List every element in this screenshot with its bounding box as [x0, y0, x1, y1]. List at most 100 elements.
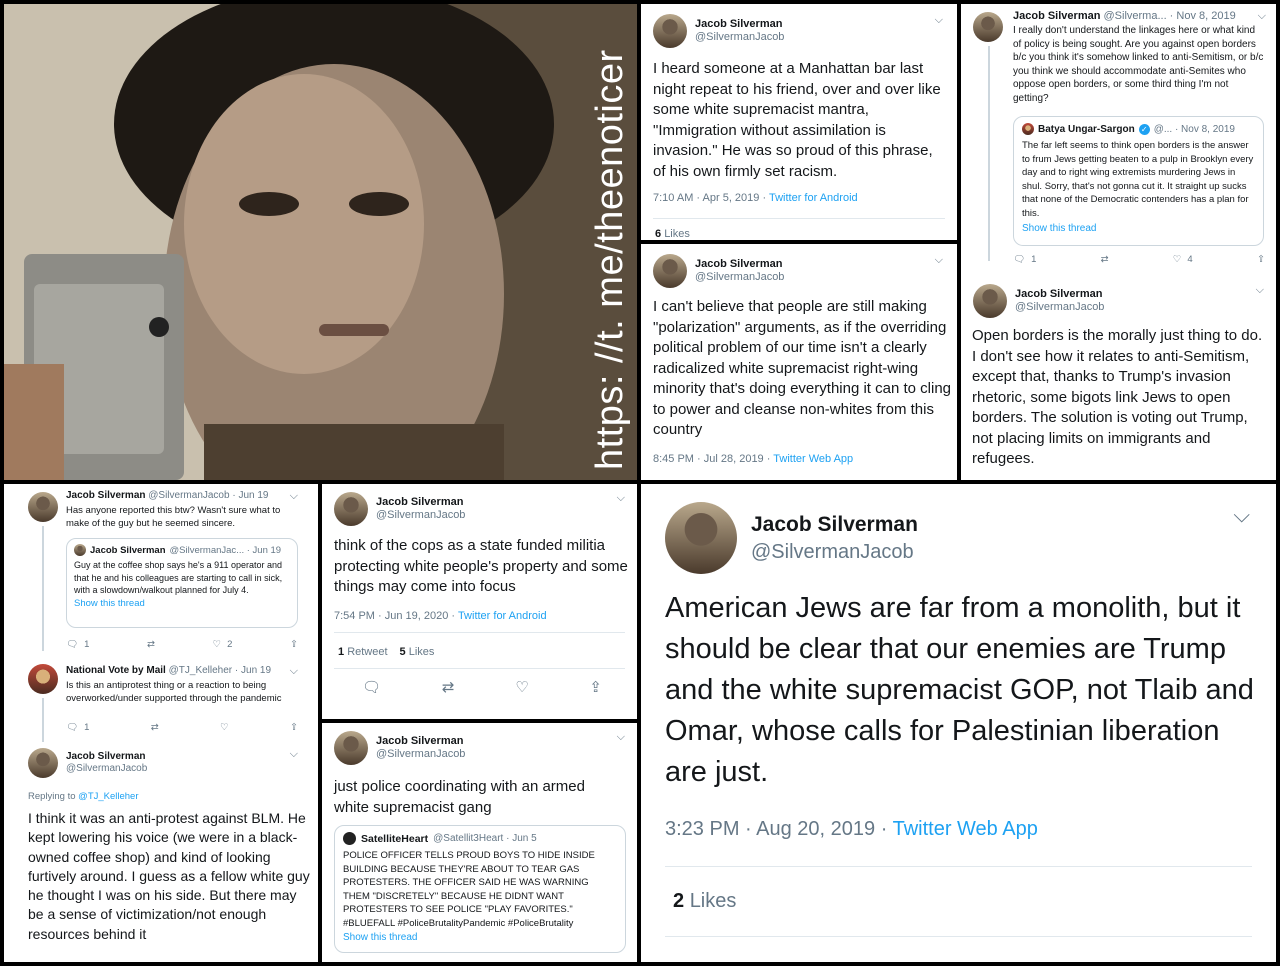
tweet-text: just police coordinating with an armed w… — [334, 778, 585, 816]
tweet-source[interactable]: Twitter Web App — [773, 453, 853, 465]
like-button[interactable]: ♡ — [220, 722, 229, 733]
avatar[interactable] — [973, 12, 1003, 42]
like-button[interactable]: ♡ 4 — [1173, 254, 1193, 265]
reply-button[interactable]: 🗨︎ 1 — [66, 722, 89, 733]
tweet-text: Open borders is the morally just thing t… — [972, 327, 1263, 467]
avatar[interactable] — [334, 492, 368, 526]
share-button[interactable]: ⇪ — [1257, 254, 1265, 265]
watermark-url: https: //t. me/theenoticer — [589, 49, 631, 470]
author-name[interactable]: Jacob Silverman — [751, 511, 918, 538]
show-thread-link[interactable]: Show this thread — [1022, 223, 1255, 234]
tweet-source[interactable]: Twitter for Android — [458, 610, 547, 622]
quoted-author-name: Jacob Silverman — [90, 544, 166, 556]
author-handle-date: @Silverma... · Nov 8, 2019 — [1103, 10, 1236, 22]
avatar[interactable] — [28, 492, 58, 522]
retweet-icon[interactable]: ⇄ — [442, 678, 455, 696]
quoted-handle-date: @Satellit3Heart · Jun 5 — [433, 833, 537, 844]
reply-icon: 🗨︎ — [66, 722, 79, 733]
like-button[interactable]: ♡ 2 — [213, 639, 233, 650]
tweet-panel-american-jews: Jacob Silverman @SilvermanJacob ⌵ Americ… — [641, 484, 1276, 962]
chevron-down-icon[interactable]: ⌵ — [290, 490, 298, 503]
verified-badge-icon: ✓ — [1138, 123, 1150, 135]
heart-icon: ♡ — [1172, 254, 1182, 265]
author-name[interactable]: Jacob Silverman — [376, 496, 465, 509]
chevron-down-icon[interactable]: ⌵ — [1233, 502, 1250, 528]
author-name[interactable]: Jacob Silverman — [376, 735, 465, 748]
reply-button[interactable]: 🗨︎ 1 — [1013, 254, 1036, 265]
retweet-icon: ⇄ — [150, 722, 159, 733]
retweet-button[interactable]: ⇄ — [147, 639, 155, 650]
chevron-down-icon[interactable]: ⌵ — [935, 254, 943, 267]
chevron-down-icon[interactable]: ⌵ — [935, 14, 943, 27]
likes-stat[interactable]: 6 Likes — [655, 228, 690, 240]
share-icon: ⇪ — [290, 722, 298, 733]
tweet-text: I really don't understand the linkages h… — [1013, 25, 1264, 104]
heart-icon[interactable]: ♡ — [515, 678, 528, 696]
reply-icon: 🗨︎ — [1013, 254, 1026, 265]
avatar[interactable] — [334, 731, 368, 765]
replying-to: Replying to @TJ_Kelleher — [28, 791, 139, 802]
chevron-down-icon[interactable]: ⌵ — [290, 748, 298, 761]
share-button[interactable]: ⇪ — [290, 722, 298, 733]
author-handle[interactable]: @SilvermanJacob — [376, 509, 465, 522]
likes-label: Likes — [664, 228, 690, 240]
reply-icon: 🗨︎ — [66, 639, 79, 650]
author-name[interactable]: Jacob Silverman — [1015, 288, 1104, 301]
avatar[interactable] — [28, 664, 58, 694]
tweet-source[interactable]: Twitter Web App — [893, 818, 1038, 840]
author-handle[interactable]: @SilvermanJacob — [695, 271, 784, 284]
quoted-tweet[interactable]: Jacob Silverman @SilvermanJac... · Jun 1… — [66, 538, 298, 628]
reply-button[interactable]: 🗨︎ 1 — [66, 639, 89, 650]
chevron-down-icon[interactable]: ⌵ — [617, 731, 625, 744]
tweet-text: I think it was an anti-protest against B… — [28, 810, 310, 942]
author-name[interactable]: Jacob Silverman — [1013, 10, 1100, 22]
retweets-label: Retweet — [347, 646, 388, 658]
avatar[interactable] — [653, 254, 687, 288]
tweet-text: American Jews are far from a monolith, b… — [665, 592, 1254, 788]
retweet-button[interactable]: ⇄ — [151, 722, 159, 733]
tweet-text: Has anyone reported this btw? Wasn't sur… — [66, 505, 281, 529]
avatar[interactable] — [973, 284, 1007, 318]
avatar[interactable] — [665, 502, 737, 574]
author-handle[interactable]: @SilvermanJacob — [66, 763, 147, 775]
author-handle[interactable]: @SilvermanJacob — [1015, 301, 1104, 314]
author-name[interactable]: Jacob Silverman — [695, 18, 784, 31]
selfie-illustration — [4, 4, 637, 480]
author-handle[interactable]: @SilvermanJacob — [376, 748, 465, 761]
tweet-panel-manhattan-bar: Jacob Silverman @SilvermanJacob ⌵ I hear… — [641, 4, 957, 240]
tweet-source[interactable]: Twitter for Android — [769, 192, 858, 204]
tweet-timestamp: 7:54 PM · Jun 19, 2020 · — [334, 610, 456, 622]
chevron-down-icon[interactable]: ⌵ — [617, 492, 625, 505]
author-name[interactable]: Jacob Silverman — [66, 751, 147, 763]
show-thread-link[interactable]: Show this thread — [343, 932, 617, 943]
quoted-handle-date: @... · Nov 8, 2019 — [1153, 123, 1235, 135]
avatar[interactable] — [28, 748, 58, 778]
share-button[interactable]: ⇪ — [290, 639, 298, 650]
share-icon[interactable]: ⇪ — [589, 678, 602, 696]
chevron-down-icon[interactable]: ⌵ — [1258, 10, 1266, 23]
author-name[interactable]: National Vote by Mail — [66, 665, 166, 676]
author-name[interactable]: Jacob Silverman — [66, 490, 145, 501]
show-thread-link[interactable]: Show this thread — [74, 598, 290, 609]
reply-icon[interactable]: 🗨︎ — [362, 678, 381, 696]
author-handle[interactable]: @SilvermanJacob — [695, 31, 784, 44]
avatar — [343, 832, 356, 845]
chevron-down-icon[interactable]: ⌵ — [290, 665, 298, 678]
quoted-author-name: SatelliteHeart — [361, 832, 429, 845]
author-handle[interactable]: @SilvermanJacob — [751, 539, 918, 565]
quoted-tweet[interactable]: Batya Ungar-Sargon ✓ @... · Nov 8, 2019 … — [1013, 116, 1264, 246]
replying-to-handle[interactable]: @TJ_Kelleher — [78, 791, 138, 802]
quoted-tweet[interactable]: SatelliteHeart @Satellit3Heart · Jun 5 P… — [334, 825, 626, 953]
likes-label: Likes — [689, 890, 737, 912]
tweet-timestamp: 8:45 PM · Jul 28, 2019 · — [653, 453, 771, 465]
likes-count: 6 — [655, 228, 662, 240]
author-name[interactable]: Jacob Silverman — [695, 258, 784, 271]
likes-count: 2 — [673, 890, 685, 912]
likes-stat[interactable]: 5 Likes — [400, 646, 435, 658]
retweet-button[interactable]: ⇄ — [1101, 254, 1109, 265]
tweet-text: I heard someone at a Manhattan bar last … — [653, 60, 941, 180]
avatar[interactable] — [653, 14, 687, 48]
retweets-stat[interactable]: 1 Retweet — [338, 646, 388, 658]
chevron-down-icon[interactable]: ⌵ — [1256, 284, 1264, 297]
likes-stat[interactable]: 2 Likes — [673, 890, 736, 913]
